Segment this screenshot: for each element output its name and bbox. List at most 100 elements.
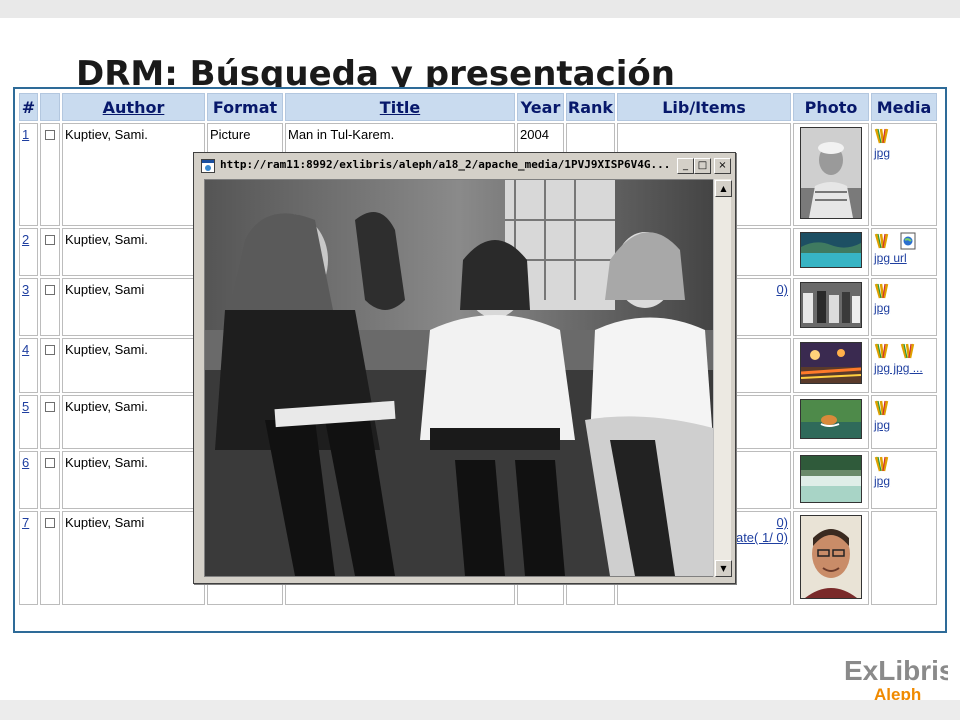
photo-cell[interactable] — [793, 395, 869, 449]
scroll-up-button[interactable]: ▲ — [715, 180, 732, 197]
photo-cell[interactable] — [793, 451, 869, 509]
row-number-link[interactable]: 2 — [22, 232, 29, 247]
row-number-cell[interactable]: 2 — [19, 228, 38, 276]
row-select-cell[interactable] — [40, 338, 60, 393]
minimize-button[interactable]: _ — [677, 158, 694, 174]
author-cell: Kuptiev, Sami. — [62, 338, 205, 393]
photo-thumbnail[interactable] — [800, 342, 862, 384]
media-label[interactable]: jpg jpg ... — [874, 361, 923, 375]
image-file-icon[interactable] — [874, 232, 890, 250]
photo-thumbnail[interactable] — [800, 232, 862, 268]
media-label[interactable]: jpg — [874, 146, 890, 160]
scroll-down-button[interactable]: ▼ — [715, 560, 732, 577]
media-cell[interactable]: jpg jpg ... — [871, 338, 937, 393]
window-title: http://ram11:8992/exlibris/aleph/a18_2/a… — [220, 158, 671, 171]
header-year: Year — [517, 93, 564, 121]
bottom-band — [0, 700, 960, 720]
row-number-cell[interactable]: 1 — [19, 123, 38, 226]
exlibris-aleph-logo: ExLibris Aleph — [844, 648, 954, 708]
photo-cell[interactable] — [793, 228, 869, 276]
header-title-label[interactable]: Title — [380, 98, 420, 117]
media-label[interactable]: jpg url — [874, 251, 907, 265]
row-select-cell[interactable] — [40, 228, 60, 276]
row-number-link[interactable]: 4 — [22, 342, 29, 357]
row-checkbox[interactable] — [45, 402, 55, 412]
photo-thumbnail[interactable] — [800, 515, 862, 599]
lib-items-link[interactable]: 0) — [776, 515, 788, 530]
media-cell[interactable]: jpg url — [871, 228, 937, 276]
header-rank: Rank — [566, 93, 615, 121]
author-cell: Kuptiev, Sami. — [62, 395, 205, 449]
image-file-icon[interactable] — [874, 127, 890, 145]
row-number-link[interactable]: 7 — [22, 515, 29, 530]
header-title[interactable]: Title — [285, 93, 515, 121]
url-globe-icon[interactable] — [900, 232, 916, 250]
row-number-cell[interactable]: 7 — [19, 511, 38, 605]
media-cell[interactable]: jpg — [871, 395, 937, 449]
photo-cell[interactable] — [793, 338, 869, 393]
image-file-icon[interactable] — [874, 342, 890, 360]
row-number-cell[interactable]: 4 — [19, 338, 38, 393]
row-select-cell[interactable] — [40, 123, 60, 226]
lib-items-availability-link[interactable]: ate( 1/ 0) — [736, 530, 788, 545]
top-band — [0, 0, 960, 18]
photo-thumbnail[interactable] — [800, 127, 862, 219]
row-number-cell[interactable]: 5 — [19, 395, 38, 449]
logo-mark: ExLibris Aleph — [844, 655, 954, 704]
header-num: # — [19, 93, 38, 121]
photo-cell[interactable] — [793, 278, 869, 336]
media-cell[interactable]: jpg — [871, 451, 937, 509]
media-label[interactable]: jpg — [874, 418, 890, 432]
media-cell[interactable]: jpg — [871, 123, 937, 226]
author-cell: Kuptiev, Sami. — [62, 228, 205, 276]
header-author[interactable]: Author — [62, 93, 205, 121]
header-format: Format — [207, 93, 283, 121]
photo-thumbnail[interactable] — [800, 455, 862, 503]
full-size-photo — [205, 180, 713, 576]
row-checkbox[interactable] — [45, 458, 55, 468]
header-media: Media — [871, 93, 937, 121]
maximize-button[interactable]: □ — [694, 158, 711, 174]
author-cell: Kuptiev, Sami — [62, 278, 205, 336]
row-select-cell[interactable] — [40, 451, 60, 509]
row-number-link[interactable]: 6 — [22, 455, 29, 470]
photo-thumbnail[interactable] — [800, 282, 862, 328]
row-checkbox[interactable] — [45, 285, 55, 295]
row-number-cell[interactable]: 3 — [19, 278, 38, 336]
image-file-icon[interactable] — [900, 342, 916, 360]
photo-cell[interactable] — [793, 123, 869, 226]
image-file-icon[interactable] — [874, 282, 890, 300]
row-select-cell[interactable] — [40, 395, 60, 449]
image-viewer-window[interactable]: http://ram11:8992/exlibris/aleph/a18_2/a… — [193, 152, 736, 584]
row-checkbox[interactable] — [45, 235, 55, 245]
image-file-icon[interactable] — [874, 399, 890, 417]
image-display-area — [204, 179, 714, 577]
table-header-row: # Author Format Title Year Rank Lib/Item… — [19, 93, 937, 121]
row-select-cell[interactable] — [40, 278, 60, 336]
header-photo: Photo — [793, 93, 869, 121]
media-label[interactable]: jpg — [874, 474, 890, 488]
media-label[interactable]: jpg — [874, 301, 890, 315]
row-checkbox[interactable] — [45, 518, 55, 528]
row-checkbox[interactable] — [45, 130, 55, 140]
row-number-cell[interactable]: 6 — [19, 451, 38, 509]
author-cell: Kuptiev, Sami. — [62, 123, 205, 226]
row-number-link[interactable]: 1 — [22, 127, 29, 142]
lib-items-link[interactable]: 0) — [776, 282, 788, 297]
browser-icon — [201, 159, 215, 173]
close-button[interactable]: × — [714, 158, 731, 174]
window-titlebar[interactable]: http://ram11:8992/exlibris/aleph/a18_2/a… — [196, 155, 731, 176]
photo-cell[interactable] — [793, 511, 869, 605]
vertical-scrollbar[interactable]: ▲ ▼ — [713, 179, 732, 577]
author-cell: Kuptiev, Sami — [62, 511, 205, 605]
media-cell[interactable]: jpg — [871, 278, 937, 336]
row-number-link[interactable]: 3 — [22, 282, 29, 297]
image-file-icon[interactable] — [874, 455, 890, 473]
row-checkbox[interactable] — [45, 345, 55, 355]
photo-thumbnail[interactable] — [800, 399, 862, 439]
header-author-label[interactable]: Author — [103, 98, 165, 117]
row-select-cell[interactable] — [40, 511, 60, 605]
media-cell — [871, 511, 937, 605]
header-select — [40, 93, 60, 121]
row-number-link[interactable]: 5 — [22, 399, 29, 414]
